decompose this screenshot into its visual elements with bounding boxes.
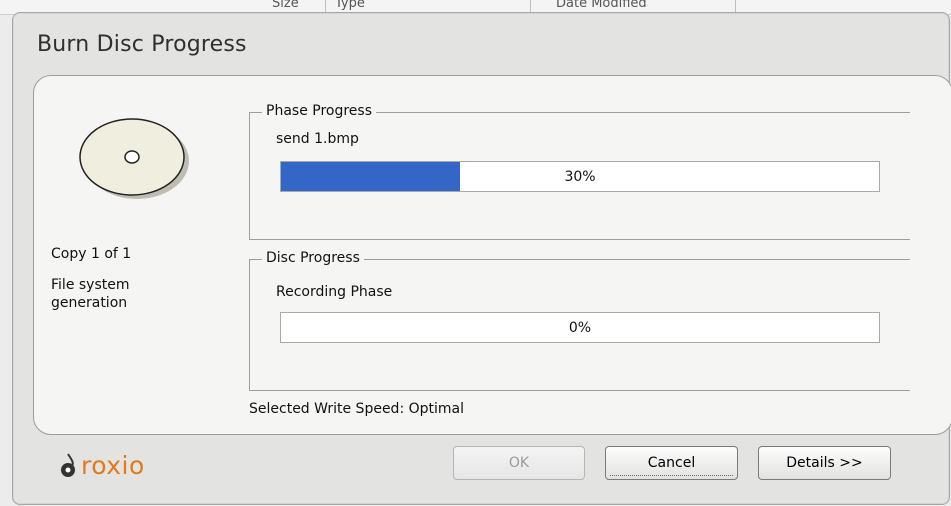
cancel-button[interactable]: Cancel <box>605 446 738 480</box>
bg-column-size: Size <box>272 0 299 11</box>
focus-indicator <box>610 474 733 476</box>
details-button[interactable]: Details >> <box>758 446 891 480</box>
progress-panel: Copy 1 of 1 File system generation Phase… <box>33 75 951 435</box>
dialog-title: Burn Disc Progress <box>37 32 247 57</box>
disc-progress-bar: 0% <box>280 312 880 343</box>
roxio-logo-text: roxio <box>81 450 145 480</box>
disc-phase-name: Recording Phase <box>276 284 393 300</box>
roxio-logo: roxio <box>59 445 145 485</box>
roxio-flame-icon <box>61 453 75 477</box>
bg-column-type: Type <box>335 0 365 11</box>
details-button-label: Details >> <box>786 455 863 471</box>
disc-progress-percent: 0% <box>568 319 592 336</box>
phase-progress-legend: Phase Progress <box>262 103 376 119</box>
cancel-button-label: Cancel <box>647 455 696 471</box>
bg-column-date: Date Modified <box>556 0 647 11</box>
ok-button[interactable]: OK <box>453 446 585 480</box>
burn-disc-progress-dialog: Burn Disc Progress Copy 1 of 1 File syst… <box>12 12 951 505</box>
phase-current-file: send 1.bmp <box>276 131 359 147</box>
disc-icon <box>79 118 189 199</box>
disc-progress-group: Disc Progress Recording Phase 0% <box>249 250 910 391</box>
phase-status: File system generation <box>51 277 130 311</box>
copy-status: Copy 1 of 1 <box>51 246 132 262</box>
write-speed-label: Selected Write Speed: Optimal <box>249 401 464 417</box>
disc-progress-legend: Disc Progress <box>262 250 364 266</box>
phase-progress-bar: 30% <box>280 161 880 192</box>
phase-progress-percent: 30% <box>564 168 596 185</box>
phase-progress-group: Phase Progress send 1.bmp 30% <box>249 103 910 240</box>
